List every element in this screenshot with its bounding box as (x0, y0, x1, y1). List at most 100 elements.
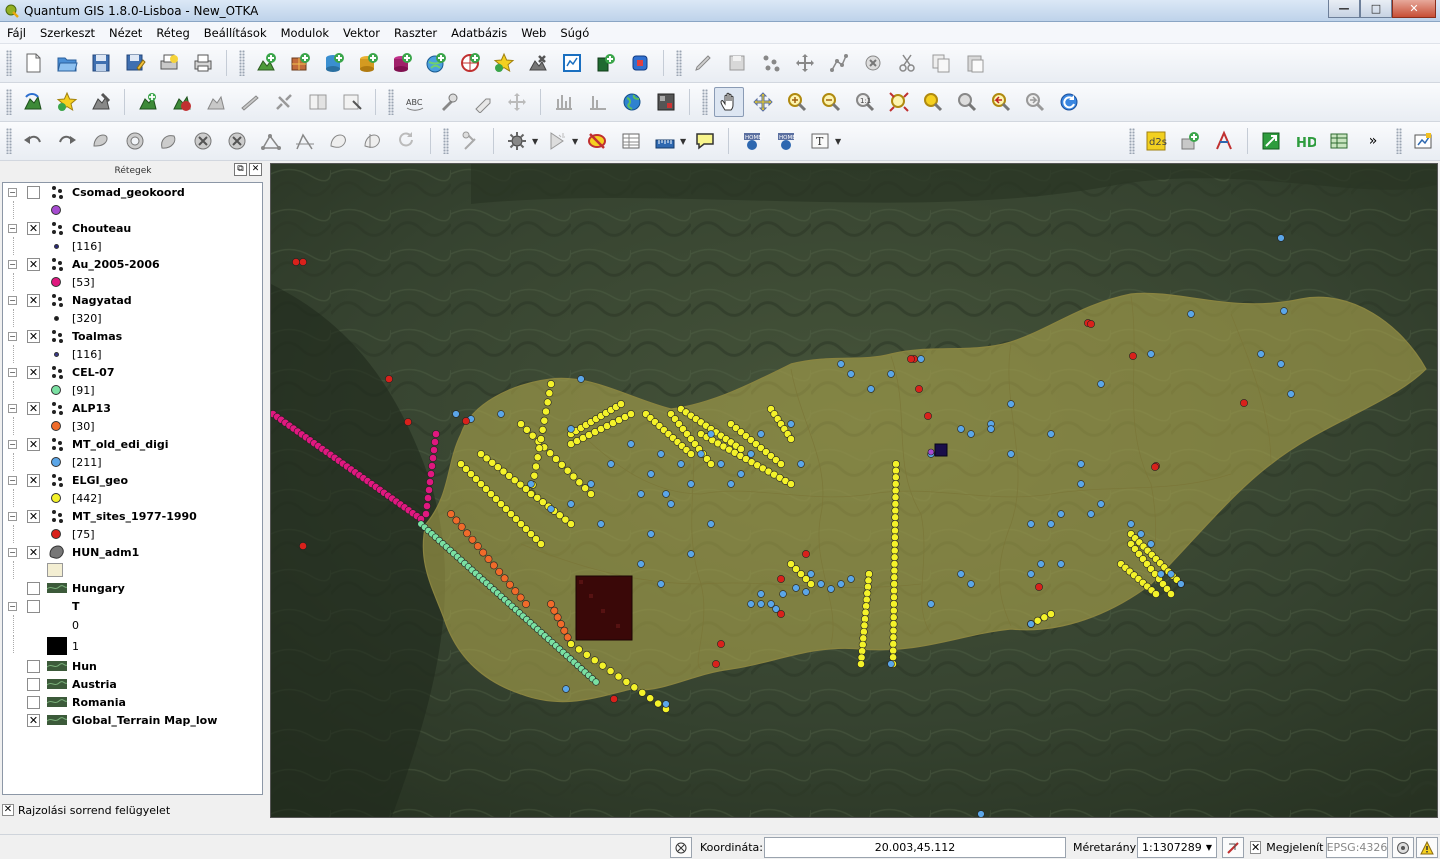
delete-part-icon[interactable] (222, 126, 252, 156)
label-show-hide-icon[interactable] (468, 87, 498, 117)
layer-visibility-checkbox[interactable]: ✕ (27, 401, 40, 415)
raster-row[interactable]: ✕ Global_Terrain Map_low (3, 711, 262, 729)
coordinate-field[interactable]: 20.003,45.112 (764, 837, 1066, 858)
menu-edit[interactable]: Szerkeszt (33, 22, 102, 44)
toolbar-handle[interactable] (388, 89, 394, 115)
toolbar-handle[interactable] (6, 128, 12, 154)
plugin-icon-10[interactable] (337, 87, 367, 117)
layer-row[interactable]: − ✕ MT_sites_1977-1990 (3, 507, 262, 525)
split-features-icon[interactable] (324, 126, 354, 156)
move-feature-icon[interactable] (790, 48, 820, 78)
draw-order-control[interactable]: ✕ Rajzolási sorrend felügyelet (0, 802, 266, 818)
zoom-next-icon[interactable] (1020, 87, 1050, 117)
add-postgis-layer-icon[interactable] (319, 48, 349, 78)
simplify-icon[interactable] (86, 126, 116, 156)
collapse-icon[interactable]: − (8, 511, 17, 521)
node-tool-icon[interactable] (824, 48, 854, 78)
layer-visibility-checkbox[interactable] (27, 581, 40, 595)
collapse-icon[interactable]: − (8, 547, 17, 557)
panel-float-button[interactable]: ⧉ (234, 163, 247, 176)
map-tips-icon[interactable] (690, 126, 720, 156)
print-icon[interactable] (188, 48, 218, 78)
run-action-icon[interactable] (542, 126, 572, 156)
collapse-icon[interactable]: − (8, 295, 17, 305)
layer-visibility-checkbox[interactable]: ✕ (27, 545, 40, 559)
raster-row[interactable]: Hun (3, 657, 262, 675)
add-ring-icon[interactable] (120, 126, 150, 156)
label-pin-icon[interactable] (434, 87, 464, 117)
offset-curve-icon[interactable] (290, 126, 320, 156)
text-annotation-icon[interactable]: T (805, 126, 835, 156)
layer-visibility-checkbox[interactable]: ✕ (27, 257, 40, 271)
layer-row[interactable]: − ✕ Au_2005-2006 (3, 255, 262, 273)
collapse-icon[interactable]: − (8, 223, 17, 233)
zoom-in-icon[interactable] (782, 87, 812, 117)
toolbar-handle[interactable] (6, 89, 12, 115)
layer-row[interactable]: − Csomad_geokoord (3, 183, 262, 201)
measure-icon[interactable] (650, 126, 680, 156)
show-bookmarks-icon[interactable]: HOME (771, 126, 801, 156)
collapse-icon[interactable]: − (8, 187, 17, 197)
layer-tree[interactable]: − Csomad_geokoord − ✕ Chouteau [116] − ✕ (2, 182, 263, 795)
menu-settings[interactable]: Beállítások (197, 22, 274, 44)
layer-row[interactable]: − ✕ CEL-07 (3, 363, 262, 381)
render-toggle[interactable]: ✕ Megjelenít (1250, 837, 1323, 858)
layer-visibility-checkbox[interactable]: ✕ (27, 509, 40, 523)
save-as-icon[interactable] (120, 48, 150, 78)
plugin-icon-3[interactable] (86, 87, 116, 117)
maximize-button[interactable]: □ (1360, 0, 1392, 18)
layer-row[interactable]: − ✕ ELGI_geo (3, 471, 262, 489)
refresh-icon[interactable] (1054, 87, 1084, 117)
plugin-icon-6[interactable] (201, 87, 231, 117)
zoom-full-icon[interactable] (884, 87, 914, 117)
add-feature-icon[interactable] (756, 48, 786, 78)
select-icon[interactable] (582, 126, 612, 156)
delete-ring-icon[interactable] (188, 126, 218, 156)
reshape-icon[interactable] (256, 126, 286, 156)
minimize-button[interactable]: — (1328, 0, 1360, 18)
label-abc-icon[interactable]: ABC (400, 87, 430, 117)
plugin-icon-4[interactable] (133, 87, 163, 117)
presentation-icon[interactable] (1408, 126, 1438, 156)
menu-web[interactable]: Web (514, 22, 553, 44)
layer-row[interactable]: − ✕ HUN_adm1 (3, 543, 262, 561)
collapse-icon[interactable]: − (8, 367, 17, 377)
layer-visibility-checkbox[interactable] (27, 659, 40, 673)
raster-row[interactable]: Austria (3, 675, 262, 693)
collapse-icon[interactable]: − (8, 331, 17, 341)
add-spatialite-layer-icon[interactable] (353, 48, 383, 78)
toolbar-overflow-button[interactable]: » (1358, 126, 1388, 156)
toolbar-handle[interactable] (702, 89, 708, 115)
render-checkbox[interactable]: ✕ (1250, 841, 1262, 854)
identify-icon[interactable] (502, 126, 532, 156)
open-project-icon[interactable] (52, 48, 82, 78)
raster-row[interactable]: − T (3, 597, 262, 615)
pan-to-selection-icon[interactable] (748, 87, 778, 117)
redo-icon[interactable] (52, 126, 82, 156)
warning-icon[interactable] (1416, 837, 1438, 858)
vector-tool-icon[interactable] (1209, 126, 1239, 156)
layer-visibility-checkbox[interactable] (27, 677, 40, 691)
zoom-actual-size-icon[interactable]: 1:1 (850, 87, 880, 117)
new-print-composer-icon[interactable] (154, 48, 184, 78)
save-edits-icon[interactable] (722, 48, 752, 78)
plugin-icon-2[interactable] (52, 87, 82, 117)
add-wms-layer-icon[interactable] (421, 48, 451, 78)
raster-row[interactable]: Romania (3, 693, 262, 711)
hd-icon[interactable]: HD (1290, 126, 1320, 156)
layer-visibility-checkbox[interactable] (27, 695, 40, 709)
add-oracle-icon[interactable] (625, 48, 655, 78)
attribute-table-icon[interactable] (616, 126, 646, 156)
toolbar-handle[interactable] (443, 128, 449, 154)
add-mssql-layer-icon[interactable] (387, 48, 417, 78)
add-gps-icon[interactable] (591, 48, 621, 78)
add-delimited-text-icon[interactable] (489, 48, 519, 78)
plugin-icon-8[interactable] (269, 87, 299, 117)
layer-row[interactable]: − ✕ Chouteau (3, 219, 262, 237)
menu-vector[interactable]: Vektor (336, 22, 387, 44)
collapse-icon[interactable]: − (8, 439, 17, 449)
projection-icon[interactable] (1392, 837, 1414, 858)
layer-visibility-checkbox[interactable]: ✕ (27, 473, 40, 487)
globe-icon[interactable] (617, 87, 647, 117)
zoom-out-icon[interactable] (816, 87, 846, 117)
